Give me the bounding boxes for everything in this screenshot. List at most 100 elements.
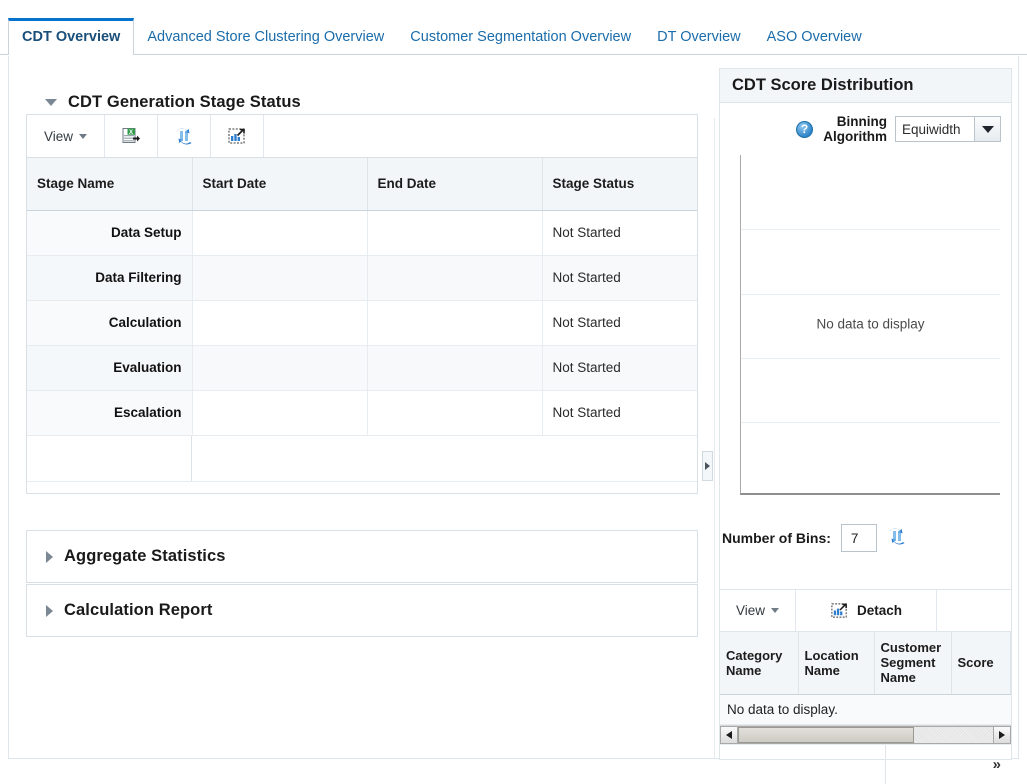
chart-empty-message: No data to display bbox=[816, 316, 925, 332]
expand-more-icon[interactable]: » bbox=[993, 756, 1001, 773]
tab-cdt-overview[interactable]: CDT Overview bbox=[8, 17, 135, 56]
scroll-right-button[interactable] bbox=[993, 725, 1011, 744]
binning-algorithm-select[interactable]: Equiwidth bbox=[895, 116, 1001, 142]
score-detail-table: Category Name Location Name Customer Seg… bbox=[720, 632, 1011, 695]
cell-stage-name: Evaluation bbox=[27, 345, 193, 391]
disclosure-triangle-right-icon[interactable] bbox=[46, 550, 53, 563]
horizontal-scrollbar[interactable] bbox=[720, 724, 1011, 744]
scrollbar-thumb[interactable] bbox=[738, 726, 914, 743]
binning-algorithm-row: ? Binning Algorithm Equiwidth bbox=[720, 103, 1011, 151]
cell-stage-status: Not Started bbox=[542, 255, 697, 301]
cell-end-date bbox=[367, 300, 543, 346]
column-header-score[interactable]: Score bbox=[951, 632, 1011, 695]
refresh-query-icon bbox=[176, 128, 192, 145]
column-header-end-date[interactable]: End Date bbox=[367, 158, 543, 211]
chevron-down-icon bbox=[771, 608, 780, 613]
cell-end-date bbox=[367, 255, 543, 301]
disclosure-triangle-right-icon[interactable] bbox=[46, 604, 53, 617]
scroll-left-button[interactable] bbox=[720, 725, 738, 744]
section-title: Calculation Report bbox=[64, 601, 213, 619]
number-of-bins-label: Number of Bins: bbox=[722, 530, 831, 546]
section-header-calculation-report[interactable]: Calculation Report bbox=[26, 584, 698, 637]
section-title: CDT Generation Stage Status bbox=[68, 92, 301, 111]
tab-aso-overview[interactable]: ASO Overview bbox=[754, 20, 875, 56]
page-content-frame: CDT Generation Stage Status View X Stage… bbox=[8, 56, 1019, 784]
arrow-left-icon bbox=[726, 730, 732, 739]
panel-splitter-line bbox=[714, 118, 715, 758]
chart-gridline bbox=[741, 293, 1000, 295]
tab-label: Advanced Store Clustering Overview bbox=[147, 28, 385, 45]
detach-button[interactable] bbox=[211, 115, 264, 157]
table-row[interactable]: Calculation Not Started bbox=[27, 300, 697, 346]
chevron-down-icon bbox=[981, 125, 994, 133]
binning-algorithm-label: Binning Algorithm bbox=[823, 114, 887, 144]
column-header-stage-status[interactable]: Stage Status bbox=[542, 158, 697, 211]
binning-algorithm-dropdown-button[interactable] bbox=[974, 116, 1001, 142]
tab-bar-divider bbox=[0, 54, 1027, 55]
footer-cell-right: » bbox=[886, 745, 1011, 784]
refresh-query-icon bbox=[889, 527, 905, 545]
cell-stage-status: Not Started bbox=[542, 345, 697, 391]
column-header-start-date[interactable]: Start Date bbox=[192, 158, 368, 211]
cell-end-date bbox=[367, 345, 543, 391]
column-header-location-name[interactable]: Location Name bbox=[798, 632, 875, 695]
score-table-empty-message: No data to display. bbox=[720, 694, 1011, 725]
column-header-customer-segment-name[interactable]: Customer Segment Name bbox=[874, 632, 952, 695]
table-row[interactable]: Escalation Not Started bbox=[27, 390, 697, 436]
cell-stage-name: Calculation bbox=[27, 300, 193, 346]
detach-button[interactable]: Detach bbox=[796, 590, 937, 631]
number-of-bins-row: Number of Bins: 7 bbox=[720, 515, 1013, 561]
view-menu-button[interactable]: View bbox=[27, 115, 105, 157]
help-icon[interactable]: ? bbox=[796, 120, 813, 138]
cdt-score-distribution-body: ? Binning Algorithm Equiwidth No data to… bbox=[719, 103, 1012, 590]
section-title: Aggregate Statistics bbox=[64, 547, 226, 565]
table-row[interactable]: Evaluation Not Started bbox=[27, 345, 697, 391]
panel-splitter-handle[interactable] bbox=[702, 451, 713, 481]
cell-stage-status: Not Started bbox=[542, 210, 697, 256]
cell-stage-name: Escalation bbox=[27, 390, 193, 436]
cell-start-date bbox=[192, 390, 368, 436]
number-of-bins-input[interactable]: 7 bbox=[840, 524, 877, 552]
cell-stage-name: Data Setup bbox=[27, 210, 193, 256]
scrollbar-track[interactable] bbox=[738, 725, 993, 744]
table-header-row: Stage Name Start Date End Date Stage Sta… bbox=[27, 158, 697, 211]
chart-gridline bbox=[741, 422, 1000, 424]
tab-dt-overview[interactable]: DT Overview bbox=[644, 20, 754, 56]
tab-label: ASO Overview bbox=[766, 28, 862, 45]
section-header-aggregate-statistics[interactable]: Aggregate Statistics bbox=[26, 530, 698, 583]
bins-refresh-button[interactable] bbox=[887, 526, 907, 551]
tab-label: DT Overview bbox=[657, 28, 741, 45]
view-menu-button[interactable]: View bbox=[720, 590, 796, 631]
table-row[interactable]: Data Setup Not Started bbox=[27, 210, 697, 256]
tab-customer-segmentation-overview[interactable]: Customer Segmentation Overview bbox=[397, 20, 644, 56]
stage-table-toolbar: View X bbox=[27, 115, 697, 158]
column-header-category-name[interactable]: Category Name bbox=[720, 632, 799, 695]
column-header-stage-name[interactable]: Stage Name bbox=[27, 158, 193, 211]
chart-gridline bbox=[741, 229, 1000, 231]
cdt-score-distribution-header: CDT Score Distribution bbox=[719, 68, 1012, 103]
binning-algorithm-value: Equiwidth bbox=[895, 116, 974, 142]
detach-icon bbox=[228, 128, 245, 144]
chart-plot-area: No data to display bbox=[740, 155, 1000, 495]
stage-status-panel: View X Stage Name Start Date End Date St… bbox=[26, 114, 698, 494]
score-detail-panel: View Detach Category Name Location Name … bbox=[719, 590, 1012, 784]
tab-advanced-store-clustering-overview[interactable]: Advanced Store Clustering Overview bbox=[134, 20, 397, 56]
export-to-excel-icon: X bbox=[122, 128, 140, 143]
export-to-excel-button[interactable]: X bbox=[105, 115, 158, 157]
svg-text:X: X bbox=[129, 130, 133, 136]
cell-start-date bbox=[192, 300, 368, 346]
disclosure-triangle-down-icon[interactable] bbox=[45, 98, 57, 106]
refresh-query-button[interactable] bbox=[158, 115, 211, 157]
table-footer-row bbox=[27, 435, 697, 482]
tab-label: CDT Overview bbox=[22, 28, 121, 45]
cell-stage-status: Not Started bbox=[542, 390, 697, 436]
chevron-right-icon bbox=[705, 462, 710, 470]
view-menu-label: View bbox=[735, 603, 766, 618]
table-header-row: Category Name Location Name Customer Seg… bbox=[720, 632, 1011, 695]
tab-list: CDT Overview Advanced Store Clustering O… bbox=[8, 12, 875, 56]
table-row[interactable]: Data Filtering Not Started bbox=[27, 255, 697, 301]
detach-icon bbox=[831, 603, 847, 618]
right-panel: CDT Score Distribution ? Binning Algorit… bbox=[719, 68, 1012, 784]
